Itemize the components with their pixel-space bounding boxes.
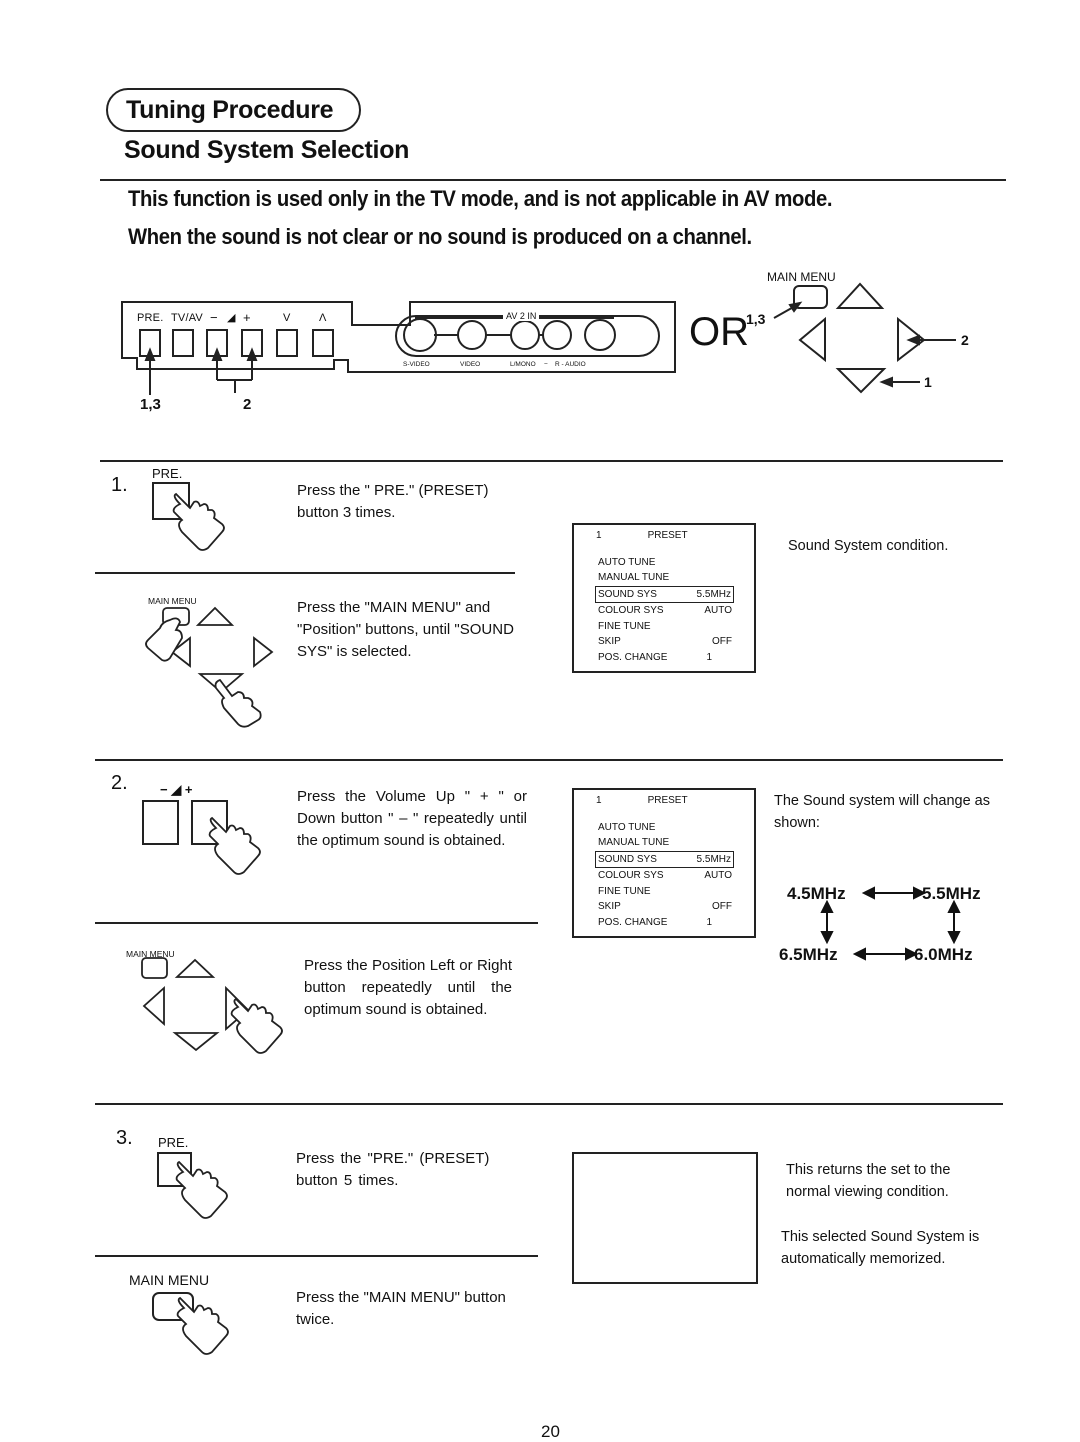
step-3-sub-instruction: Press the "MAIN MENU" button twice. bbox=[296, 1289, 506, 1328]
hand-pointer-icon bbox=[176, 1296, 229, 1355]
blank-tv-screen bbox=[572, 1152, 758, 1284]
section-divider bbox=[95, 1103, 1003, 1105]
step-3-main-menu-icon bbox=[152, 1292, 229, 1355]
step-3-number: 3. bbox=[116, 1127, 133, 1149]
step-3-divider bbox=[95, 1255, 538, 1257]
step-3-sub-icon-label: MAIN MENU bbox=[129, 1272, 210, 1288]
page-number: 20 bbox=[541, 1422, 560, 1441]
hand-pointer-icon bbox=[175, 1160, 228, 1219]
step-3-icon-label: PRE. bbox=[158, 1135, 189, 1150]
step-3-note: This returns the set to the normal viewi… bbox=[786, 1162, 951, 1200]
step-3-note-2: This selected Sound System is automatica… bbox=[781, 1229, 980, 1267]
step-3-button-press-icon bbox=[157, 1152, 228, 1219]
step-3-instruction: Press the "PRE." (PRESET) button 5 times… bbox=[296, 1150, 490, 1189]
